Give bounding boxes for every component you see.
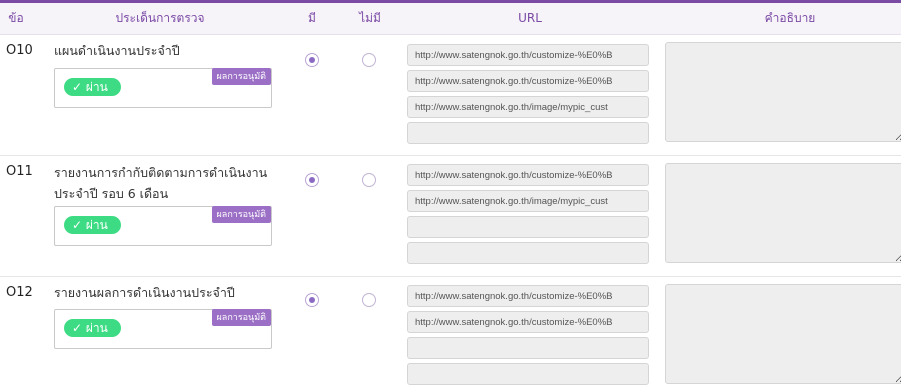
item-title: รายงานผลการดำเนินงานประจำปี (54, 285, 235, 300)
table-row: O12 รายงานผลการดำเนินงานประจำปี ผลการอนุ… (0, 277, 901, 390)
table-row: O10 แผนดำเนินงานประจำปี ผลการอนุมัติ ✓ ผ… (0, 35, 901, 154)
approval-result-box: ผลการอนุมัติ ✓ ผ่าน (54, 68, 272, 108)
approval-result-box: ผลการอนุมัติ ✓ ผ่าน (54, 309, 272, 349)
header-no: ข้อ (8, 11, 24, 25)
table-header: ข้อ ประเด็นการตรวจ มี ไม่มี URL คำอธิบาย (0, 3, 901, 35)
url-field[interactable] (407, 190, 649, 212)
description-field[interactable] (665, 284, 901, 384)
url-field[interactable] (407, 70, 649, 92)
url-field[interactable] (407, 44, 649, 66)
description-field[interactable] (665, 163, 901, 263)
pass-badge: ✓ ผ่าน (64, 216, 121, 234)
item-number: O12 (6, 285, 33, 300)
url-field[interactable] (407, 337, 649, 359)
header-description: คำอธิบาย (764, 11, 816, 25)
table-row: O11 รายงานการกำกับติดตามการดำเนินงานประจ… (0, 156, 901, 275)
header-yes: มี (308, 11, 316, 25)
url-field[interactable] (407, 122, 649, 144)
pass-badge: ✓ ผ่าน (64, 319, 121, 337)
url-field[interactable] (407, 242, 649, 264)
header-topic: ประเด็นการตรวจ (115, 11, 205, 25)
radio-yes[interactable] (305, 173, 319, 187)
header-url: URL (518, 11, 542, 25)
radio-no[interactable] (362, 53, 376, 67)
radio-yes[interactable] (305, 53, 319, 67)
radio-no[interactable] (362, 173, 376, 187)
approval-result-tag: ผลการอนุมัติ (211, 68, 271, 85)
item-title: แผนดำเนินงานประจำปี (54, 43, 180, 58)
item-number: O10 (6, 43, 33, 58)
url-field[interactable] (407, 216, 649, 238)
url-field[interactable] (407, 363, 649, 385)
url-field[interactable] (407, 311, 649, 333)
description-field[interactable] (665, 42, 901, 142)
radio-no[interactable] (362, 293, 376, 307)
pass-badge: ✓ ผ่าน (64, 78, 121, 96)
item-title: รายงานการกำกับติดตามการดำเนินงานประจำปี … (54, 165, 268, 201)
url-field[interactable] (407, 96, 649, 118)
url-field[interactable] (407, 164, 649, 186)
radio-yes[interactable] (305, 293, 319, 307)
approval-result-box: ผลการอนุมัติ ✓ ผ่าน (54, 206, 272, 246)
url-field[interactable] (407, 285, 649, 307)
approval-result-tag: ผลการอนุมัติ (211, 206, 271, 223)
item-number: O11 (6, 164, 33, 179)
header-no-have: ไม่มี (359, 11, 381, 25)
approval-result-tag: ผลการอนุมัติ (211, 309, 271, 326)
